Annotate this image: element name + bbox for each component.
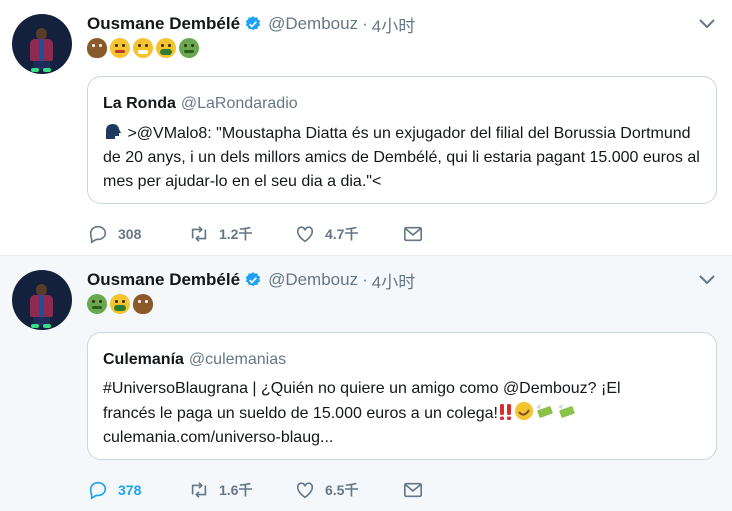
quote-line-2: francés le paga un sueldo de 15.000 euro… bbox=[103, 401, 703, 426]
quote-author-handle: @culemanias bbox=[188, 351, 287, 368]
vomit-face-emoji bbox=[156, 38, 176, 58]
emoji-row bbox=[87, 38, 199, 58]
quote-header: Culemanía @culemanias bbox=[103, 351, 286, 369]
tweet-2[interactable]: Ousmane Dembélé @Dembouz · 4小时 Culemanía… bbox=[0, 256, 732, 511]
poop-emoji bbox=[133, 294, 153, 314]
chevron-down-icon[interactable] bbox=[698, 18, 716, 30]
quote-text: >@VMalo8: "Moustapha Diatta és un exjuga… bbox=[103, 121, 703, 194]
heart-icon bbox=[296, 226, 314, 243]
direct-message-button[interactable] bbox=[402, 480, 424, 500]
quote-text: #UniversoBlaugrana | ¿Quién no quiere un… bbox=[103, 377, 703, 450]
like-button[interactable]: 4.7千 bbox=[294, 224, 402, 244]
retweet-count: 1.6千 bbox=[219, 482, 253, 498]
reply-button[interactable]: 378 bbox=[87, 480, 188, 500]
action-bar: 308 1.2千 4.7千 bbox=[87, 222, 424, 246]
author-name[interactable]: Ousmane Dembélé bbox=[87, 14, 240, 34]
action-bar: 378 1.6千 6.5千 bbox=[87, 478, 424, 502]
money-wings-emoji bbox=[557, 404, 575, 418]
quote-author-name: La Ronda bbox=[103, 95, 176, 112]
reply-count: 308 bbox=[118, 226, 142, 242]
author-handle[interactable]: @Dembouz bbox=[268, 270, 358, 290]
reply-count: 378 bbox=[118, 482, 142, 498]
retweet-icon bbox=[191, 226, 207, 242]
tweet-header: Ousmane Dembélé @Dembouz · 4小时 bbox=[87, 268, 415, 292]
quote-body: >@VMalo8: "Moustapha Diatta és un exjuga… bbox=[103, 125, 700, 190]
money-wings-emoji bbox=[535, 404, 553, 418]
quoted-tweet[interactable]: Culemanía @culemanias #UniversoBlaugrana … bbox=[87, 332, 717, 460]
like-count: 6.5千 bbox=[325, 482, 359, 498]
reply-button[interactable]: 308 bbox=[87, 224, 188, 244]
reply-icon bbox=[89, 225, 107, 244]
face-with-steam-emoji bbox=[110, 38, 130, 58]
timestamp[interactable]: 4小时 bbox=[372, 12, 415, 37]
timestamp[interactable]: 4小时 bbox=[372, 268, 415, 293]
like-button[interactable]: 6.5千 bbox=[294, 480, 402, 500]
nauseated-face-emoji bbox=[87, 294, 107, 314]
reply-icon bbox=[89, 481, 107, 500]
author-handle[interactable]: @Dembouz bbox=[268, 14, 358, 34]
envelope-icon bbox=[404, 482, 422, 498]
quoted-tweet[interactable]: La Ronda @LaRondaradio >@VMalo8: "Moustap… bbox=[87, 76, 717, 204]
separator-dot: · bbox=[362, 270, 368, 289]
like-count: 4.7千 bbox=[325, 226, 359, 242]
mask-face-emoji bbox=[133, 38, 153, 58]
direct-message-button[interactable] bbox=[402, 224, 424, 244]
avatar[interactable] bbox=[12, 14, 72, 74]
retweet-button[interactable]: 1.2千 bbox=[188, 224, 294, 244]
avatar[interactable] bbox=[12, 270, 72, 330]
retweet-icon bbox=[191, 482, 207, 498]
author-name[interactable]: Ousmane Dembélé bbox=[87, 270, 240, 290]
quote-author-handle: @LaRondaradio bbox=[180, 95, 298, 112]
tweet-1[interactable]: Ousmane Dembélé @Dembouz · 4小时 La Ronda @… bbox=[0, 0, 732, 255]
separator-dot: · bbox=[362, 14, 368, 33]
quote-link[interactable]: culemania.com/universo-blaug... bbox=[103, 426, 703, 450]
rofl-emoji bbox=[514, 402, 533, 420]
quote-header: La Ronda @LaRondaradio bbox=[103, 95, 298, 113]
emoji-row bbox=[87, 294, 153, 314]
quote-line-1: #UniversoBlaugrana | ¿Quién no quiere un… bbox=[103, 380, 621, 397]
tweet-header: Ousmane Dembélé @Dembouz · 4小时 bbox=[87, 12, 415, 36]
double-exclamation-emoji bbox=[499, 404, 511, 420]
chevron-down-icon[interactable] bbox=[698, 274, 716, 286]
retweet-button[interactable]: 1.6千 bbox=[188, 480, 294, 500]
quote-line-2-text: francés le paga un sueldo de 15.000 euro… bbox=[103, 405, 498, 422]
verified-badge-icon bbox=[245, 272, 261, 287]
quote-author-name: Culemanía bbox=[103, 351, 184, 368]
vomit-face-emoji bbox=[110, 294, 130, 314]
nauseated-face-emoji bbox=[179, 38, 199, 58]
heart-icon bbox=[296, 482, 314, 499]
retweet-count: 1.2千 bbox=[219, 226, 253, 242]
poop-emoji bbox=[87, 38, 107, 58]
verified-badge-icon bbox=[245, 16, 261, 31]
speaking-head-emoji bbox=[106, 124, 121, 139]
envelope-icon bbox=[404, 226, 422, 242]
